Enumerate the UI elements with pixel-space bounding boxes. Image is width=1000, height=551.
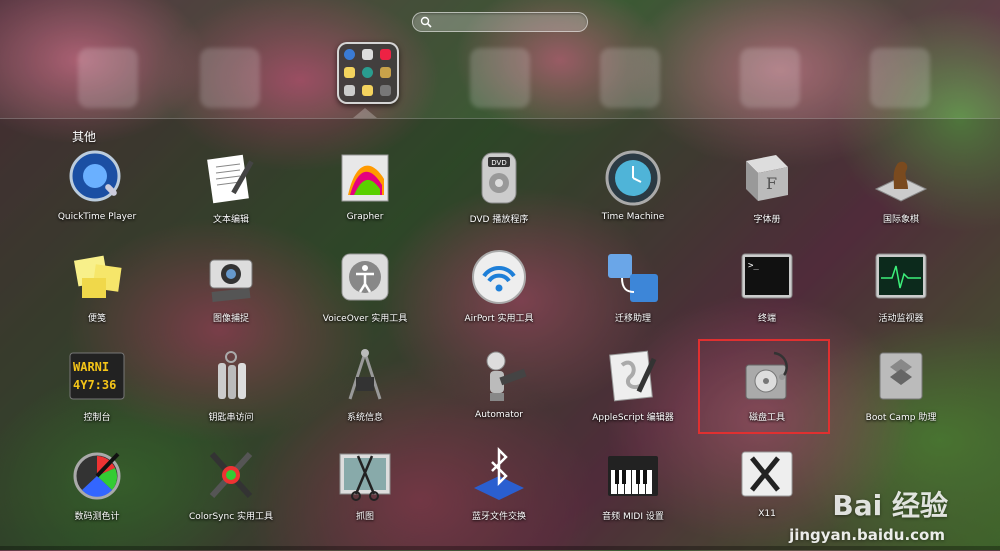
stickies-icon — [67, 247, 127, 307]
audio-midi-icon — [603, 445, 663, 505]
grapher-icon — [335, 148, 395, 208]
app-migration-assistant[interactable]: 迁移助理 — [566, 243, 700, 342]
app-chess[interactable]: 国际象棋 — [834, 144, 968, 243]
time-machine-icon — [603, 148, 663, 208]
app-digital-color-meter[interactable]: 数码测色计 — [30, 441, 164, 540]
svg-text:WARNI: WARNI — [73, 360, 109, 374]
app-boot-camp[interactable]: Boot Camp 助理 — [834, 342, 968, 441]
font-book-icon: F — [737, 148, 797, 208]
x11-icon — [737, 445, 797, 505]
app-automator[interactable]: Automator — [432, 342, 566, 441]
utilities-folder-icon[interactable] — [337, 42, 399, 104]
app-keychain[interactable]: 钥匙串访问 — [164, 342, 298, 441]
quicktime-icon — [67, 148, 127, 208]
baidu-watermark: Bai 经验 — [832, 489, 948, 522]
svg-text:4Y7:36: 4Y7:36 — [73, 378, 116, 392]
app-grab[interactable]: 抓图 — [298, 441, 432, 540]
svg-text:F: F — [766, 174, 777, 193]
app-quicktime[interactable]: QuickTime Player — [30, 144, 164, 243]
app-system-information[interactable]: 系统信息 — [298, 342, 432, 441]
app-airport[interactable]: AirPort 实用工具 — [432, 243, 566, 342]
digital-color-meter-icon — [67, 445, 127, 505]
app-bluetooth-file-exchange[interactable]: 蓝牙文件交换 — [432, 441, 566, 540]
ghost-app-icon[interactable] — [600, 48, 660, 108]
dvd-player-icon: DVD — [469, 148, 529, 208]
ghost-app-icon[interactable] — [870, 48, 930, 108]
automator-icon — [469, 346, 529, 406]
app-time-machine[interactable]: Time Machine — [566, 144, 700, 243]
app-applescript[interactable]: AppleScript 编辑器 — [566, 342, 700, 441]
ghost-app-icon[interactable] — [740, 48, 800, 108]
app-activity-monitor[interactable]: 活动监视器 — [834, 243, 968, 342]
search-field[interactable] — [412, 12, 588, 32]
ghost-app-icon[interactable] — [78, 48, 138, 108]
baidu-watermark-url: jingyan.baidu.com — [789, 526, 945, 544]
app-font-book[interactable]: F 字体册 — [700, 144, 834, 243]
app-image-capture[interactable]: 图像捕捉 — [164, 243, 298, 342]
colorsync-icon — [201, 445, 261, 505]
ghost-app-icon[interactable] — [470, 48, 530, 108]
folder-notch — [353, 108, 377, 118]
applescript-icon — [603, 346, 663, 406]
image-capture-icon — [201, 247, 261, 307]
app-audio-midi-setup[interactable]: 音频 MIDI 设置 — [566, 441, 700, 540]
keychain-icon — [201, 346, 261, 406]
airport-icon — [469, 247, 529, 307]
system-information-icon — [335, 346, 395, 406]
ghost-app-icon[interactable] — [200, 48, 260, 108]
migration-assistant-icon — [603, 247, 663, 307]
app-stickies[interactable]: 便笺 — [30, 243, 164, 342]
app-dvd-player[interactable]: DVD DVD 播放程序 — [432, 144, 566, 243]
folder-title[interactable]: 其他 — [72, 128, 96, 145]
grab-icon — [335, 445, 395, 505]
voiceover-icon — [335, 247, 395, 307]
svg-text:DVD: DVD — [491, 159, 506, 167]
app-textedit[interactable]: 文本编辑 — [164, 144, 298, 243]
search-icon — [420, 16, 432, 28]
app-colorsync[interactable]: ColorSync 实用工具 — [164, 441, 298, 540]
bottom-edge — [0, 546, 1000, 550]
app-terminal[interactable]: >_ 终端 — [700, 243, 834, 342]
app-console[interactable]: WARNI 4Y7:36 控制台 — [30, 342, 164, 441]
terminal-icon: >_ — [737, 247, 797, 307]
activity-monitor-icon — [871, 247, 931, 307]
svg-text:>_: >_ — [748, 261, 759, 271]
console-icon: WARNI 4Y7:36 — [67, 346, 127, 406]
textedit-icon — [201, 148, 261, 208]
selection-highlight — [698, 339, 830, 434]
app-voiceover[interactable]: VoiceOver 实用工具 — [298, 243, 432, 342]
boot-camp-icon — [871, 346, 931, 406]
app-grapher[interactable]: Grapher — [298, 144, 432, 243]
chess-icon — [871, 148, 931, 208]
bluetooth-icon — [469, 445, 529, 505]
